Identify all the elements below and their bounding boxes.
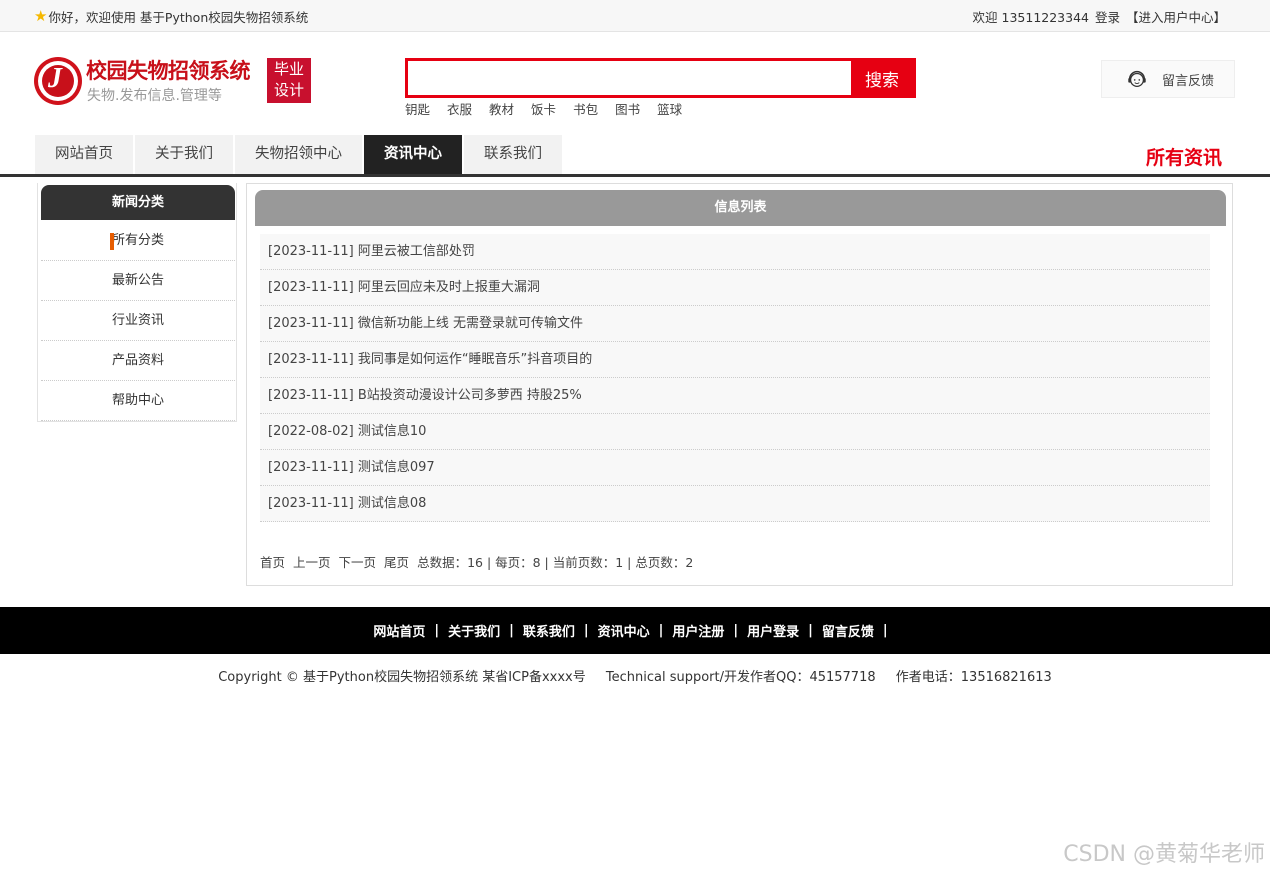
footer-link-contact[interactable]: 联系我们 bbox=[523, 621, 575, 640]
logo-subtitle: 失物.发布信息.管理等 bbox=[87, 88, 222, 104]
footer-separator: | bbox=[509, 623, 514, 638]
footer-link-news[interactable]: 资讯中心 bbox=[598, 621, 650, 640]
list-item[interactable]: [2023-11-11] B站投资动漫设计公司多萝西 持股25% bbox=[260, 378, 1210, 414]
hotword-link[interactable]: 篮球 bbox=[657, 99, 682, 118]
footer-link-login[interactable]: 用户登录 bbox=[747, 621, 799, 640]
footer-link-register[interactable]: 用户注册 bbox=[672, 621, 724, 640]
feedback-button[interactable]: 留言反馈 bbox=[1101, 60, 1235, 98]
sidebar-item-industry[interactable]: 行业资讯 bbox=[41, 301, 235, 341]
nav-tab-about[interactable]: 关于我们 bbox=[135, 135, 233, 174]
pager-info: 总数据：16 | 每页：8 | 当前页数：1 | 总页数：2 bbox=[417, 555, 694, 570]
feedback-label: 留言反馈 bbox=[1162, 73, 1215, 89]
info-list-title: 信息列表 bbox=[255, 190, 1226, 226]
hotword-link[interactable]: 饭卡 bbox=[531, 99, 556, 118]
top-bar: ★ 你好，欢迎使用 基于Python校园失物招领系统 欢迎 1351122334… bbox=[0, 0, 1270, 32]
nav-tab-home[interactable]: 网站首页 bbox=[35, 135, 133, 174]
list-item[interactable]: [2023-11-11] 测试信息08 bbox=[260, 486, 1210, 522]
list-item[interactable]: [2023-11-11] 我同事是如何运作“睡眠音乐”抖音项目的 bbox=[260, 342, 1210, 378]
list-item[interactable]: [2023-11-11] 测试信息097 bbox=[260, 450, 1210, 486]
list-item[interactable]: [2023-11-11] 阿里云被工信部处罚 bbox=[260, 234, 1210, 270]
list-item[interactable]: [2023-11-11] 阿里云回应未及时上报重大漏洞 bbox=[260, 270, 1210, 306]
footer-separator: | bbox=[882, 623, 888, 638]
nav-tab-lost-found[interactable]: 失物招领中心 bbox=[235, 135, 362, 174]
badge-line-2: 设计 bbox=[273, 81, 304, 99]
footer-separator: | bbox=[808, 623, 813, 638]
pager-first[interactable]: 首页 bbox=[260, 552, 285, 571]
nav-tab-news[interactable]: 资讯中心 bbox=[364, 135, 462, 174]
copyright-line: Copyright © 基于Python校园失物招领系统 某省ICP备xxxx号… bbox=[0, 666, 1270, 685]
logo-title: 校园失物招领系统 bbox=[86, 59, 251, 83]
current-section-title: 所有资讯 bbox=[1145, 147, 1222, 169]
badge-line-1: 毕业 bbox=[273, 60, 304, 78]
main-nav: 网站首页 关于我们 失物招领中心 资讯中心 联系我们 所有资讯 bbox=[0, 135, 1270, 177]
support-text: Technical support/开发作者QQ：45157718 bbox=[605, 670, 876, 685]
list-item[interactable]: [2022-08-02] 测试信息10 bbox=[260, 414, 1210, 450]
sidebar-item-all[interactable]: 所有分类 bbox=[41, 221, 235, 261]
footer-link-home[interactable]: 网站首页 bbox=[373, 621, 425, 640]
hot-keywords: 钥匙 衣服 教材 饭卡 书包 图书 篮球 bbox=[405, 99, 699, 118]
nav-tab-contact[interactable]: 联系我们 bbox=[464, 135, 562, 174]
pager-next[interactable]: 下一页 bbox=[339, 552, 377, 571]
sidebar-title: 新闻分类 bbox=[41, 185, 235, 220]
search-button[interactable]: 搜索 bbox=[851, 61, 913, 95]
footer-nav: 网站首页 | 关于我们 | 联系我们 | 资讯中心 | 用户注册 | 用户登录 | 留言反馈… bbox=[0, 607, 1270, 654]
footer-separator: | bbox=[733, 623, 739, 638]
sidebar-item-help[interactable]: 帮助中心 bbox=[41, 381, 235, 421]
headset-icon bbox=[1128, 71, 1146, 87]
logo-mark-icon: J bbox=[34, 57, 82, 105]
footer-separator: | bbox=[434, 623, 440, 638]
list-item[interactable]: [2023-11-11] 微信新功能上线 无需登录就可传输文件 bbox=[260, 306, 1210, 342]
login-link[interactable]: 登录 bbox=[1095, 10, 1120, 25]
info-list-panel: 信息列表 [2023-11-11] 阿里云被工信部处罚 [2023-11-11]… bbox=[246, 183, 1233, 586]
hotword-link[interactable]: 图书 bbox=[615, 99, 640, 118]
hotword-link[interactable]: 书包 bbox=[573, 99, 598, 118]
hotword-link[interactable]: 钥匙 bbox=[405, 99, 430, 118]
sidebar-item-products[interactable]: 产品资料 bbox=[41, 341, 235, 381]
hotword-link[interactable]: 教材 bbox=[489, 99, 514, 118]
user-center-link[interactable]: 【进入用户中心】 bbox=[1126, 10, 1226, 25]
watermark: CSDN @黄菊华老师 bbox=[1063, 842, 1265, 867]
pager-last[interactable]: 尾页 bbox=[384, 552, 409, 571]
pagination: 首页 上一页 下一页 尾页 总数据：16 | 每页：8 | 当前页数：1 | 总… bbox=[260, 552, 693, 571]
user-greeting: 欢迎 13511223344 bbox=[972, 10, 1089, 25]
welcome-text: 你好，欢迎使用 基于Python校园失物招领系统 bbox=[48, 10, 309, 25]
user-links: 欢迎 13511223344 登录 【进入用户中心】 bbox=[971, 7, 1226, 26]
site-logo[interactable]: J 校园失物招领系统 失物.发布信息.管理等 毕业 设计 bbox=[34, 55, 314, 107]
footer-separator: | bbox=[658, 623, 664, 638]
footer-separator: | bbox=[583, 623, 589, 638]
phone-text: 作者电话：13516821613 bbox=[895, 670, 1052, 685]
search-box: 搜索 bbox=[405, 58, 916, 98]
logo-badge: 毕业 设计 bbox=[267, 58, 311, 103]
copyright-text: Copyright © 基于Python校园失物招领系统 某省ICP备xxxx号 bbox=[218, 670, 586, 685]
news-category-sidebar: 新闻分类 所有分类 最新公告 行业资讯 产品资料 帮助中心 bbox=[37, 183, 237, 422]
sidebar-item-announcements[interactable]: 最新公告 bbox=[41, 261, 235, 301]
star-icon: ★ bbox=[34, 7, 48, 25]
hotword-link[interactable]: 衣服 bbox=[447, 99, 472, 118]
search-input[interactable] bbox=[408, 61, 851, 95]
footer-link-feedback[interactable]: 留言反馈 bbox=[822, 621, 874, 640]
footer-link-about[interactable]: 关于我们 bbox=[448, 621, 500, 640]
pager-prev[interactable]: 上一页 bbox=[293, 552, 331, 571]
welcome-message: ★ 你好，欢迎使用 基于Python校园失物招领系统 bbox=[34, 7, 308, 26]
